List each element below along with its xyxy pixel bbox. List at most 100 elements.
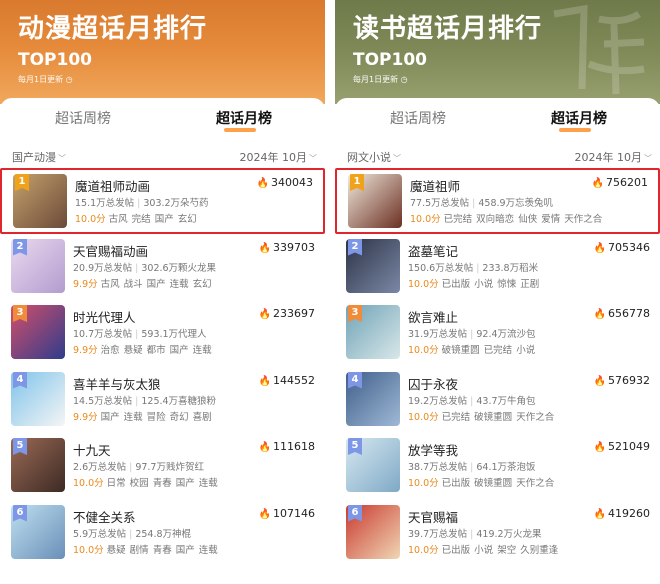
tag: 玄幻 <box>192 278 212 290</box>
tab-weekly[interactable]: 超话周榜 <box>55 108 111 128</box>
rank-badge: 1 <box>15 174 29 191</box>
score: 9.9分 <box>73 411 98 423</box>
topic-name[interactable]: 十九天 <box>73 440 111 459</box>
score: 10.0分 <box>408 544 439 556</box>
date-label: 2024年 10月 <box>574 151 643 164</box>
tag: 古风 <box>108 214 128 225</box>
book-header-banner: 读书超话月排行 TOP100 每月1日更新 ◷ <box>335 0 660 104</box>
topic-name[interactable]: 喜羊羊与灰太狼 <box>73 374 161 393</box>
ranking-row[interactable]: 6 天官赐福 🔥 419260 39.7万总发帖 | 419.2万火龙果 10.0分 已出版 小说… <box>335 501 660 567</box>
cover-thumbnail[interactable]: 4 <box>11 371 65 426</box>
fan-count: 92.4万流沙包 <box>476 329 536 340</box>
fan-count: 43.7万牛角包 <box>476 395 536 407</box>
chevron-down-icon: ﹀ <box>393 154 401 163</box>
topic-name[interactable]: 囚于永夜 <box>408 374 458 393</box>
tab-monthly[interactable]: 超话月榜 <box>216 108 272 128</box>
ranking-row[interactable]: 1 魔道祖师动画 🔥 340043 15.1万总发帖 | 303.2万朵芍药 10.0分 古风完… <box>0 168 325 234</box>
date-select[interactable]: 2024年 10月 ﹀ <box>575 149 653 165</box>
ranking-row[interactable]: 3 欲言难止 🔥 656778 31.9万总发帖 | 92.4万流沙包 10.0分 破镜重圆 已完… <box>335 301 660 367</box>
divider: | <box>135 329 139 340</box>
ranking-row[interactable]: 4 喜羊羊与灰太狼 🔥 144552 14.5万总发帖 | 125.4万喜糖狼粉 9.9分 国产… <box>0 368 325 434</box>
ranking-row[interactable]: 5 十九天 🔥 111618 2.6万总发帖 | 97.7万贱炸贺红 10.0分 日常 校园 青春国… <box>0 434 325 500</box>
cover-thumbnail[interactable]: 2 <box>11 238 65 293</box>
post-count: 19.2万总发帖 <box>408 395 468 407</box>
tab-underline <box>224 128 256 132</box>
ranking-row[interactable]: 4 囚于永夜 🔥 576932 19.2万总发帖 | 43.7万牛角包 10.0分 已完结 破镜重… <box>335 368 660 434</box>
ranking-row[interactable]: 3 时光代理人 🔥 233697 10.7万总发帖 | 593.1万代理人 9.9分 治愈 悬疑都… <box>0 301 325 367</box>
ranking-row[interactable]: 2 盗墓笔记 🔥 705346 150.6万总发帖 | 233.8万稻米 10.0分 已出版 小说… <box>335 235 660 301</box>
fan-count: 97.7万贱炸贺红 <box>135 462 204 473</box>
topic-name[interactable]: 欲言难止 <box>408 307 458 326</box>
score: 10.0分 <box>408 411 439 423</box>
topic-name[interactable]: 魔道祖师动画 <box>75 176 150 195</box>
fan-count: 419.2万火龙果 <box>476 528 542 540</box>
tag: 破镜重圆 <box>474 411 513 423</box>
ranking-row[interactable]: 2 天官赐福动画 🔥 339703 20.9万总发帖 | 302.6万颗火龙果 9.9分 古风战… <box>0 235 325 301</box>
tag: 国产 <box>169 345 189 356</box>
heat-value: 🔥 656778 <box>594 307 650 320</box>
book-ranking-panel: 读书超话月排行 TOP100 每月1日更新 ◷ 超话周榜 超话月榜 网文小说 ﹀ … <box>335 0 660 584</box>
category-select[interactable]: 国产动漫 ﹀ <box>12 149 66 165</box>
flame-icon: 🔥 <box>593 442 606 453</box>
topic-tags: 10.0分 已完结 双向暗恋 仙侠 爱情 天作之合 <box>410 211 606 225</box>
date-select[interactable]: 2024年 10月 ﹀ <box>240 149 318 165</box>
tag: 国产 <box>146 278 166 290</box>
topic-name[interactable]: 魔道祖师 <box>410 176 460 195</box>
score: 10.0分 <box>75 214 106 225</box>
ranking-row[interactable]: 1 魔道祖师 🔥 756201 77.5万总发帖 | 458.9万忘羡兔叽 10.0分 已完结双… <box>335 168 660 234</box>
cover-thumbnail[interactable]: 4 <box>346 371 400 426</box>
category-select[interactable]: 网文小说 ﹀ <box>347 149 401 165</box>
topic-tags: 9.9分 国产 连载 冒险 奇幻 喜剧 <box>73 409 216 423</box>
divider: | <box>137 198 141 209</box>
cover-thumbnail[interactable]: 2 <box>346 238 400 293</box>
calligraphy-decoration <box>553 4 645 95</box>
heat-number: 111618 <box>273 440 315 453</box>
cover-thumbnail[interactable]: 3 <box>346 305 400 359</box>
ranking-card: 超话周榜 超话月榜 网文小说 ﹀ 2024年 10月 ﹀ 1 魔道祖师 🔥 756201 7… <box>335 98 660 584</box>
topic-name[interactable]: 天官赐福 <box>408 507 458 526</box>
heat-number: 107146 <box>273 506 315 520</box>
tab-weekly[interactable]: 超话周榜 <box>390 108 446 128</box>
cover-thumbnail[interactable]: 3 <box>11 305 65 359</box>
tab-monthly[interactable]: 超话月榜 <box>551 108 607 128</box>
divider: | <box>470 462 474 473</box>
heat-value: 🔥 419260 <box>594 507 650 520</box>
divider: | <box>470 528 474 540</box>
rank-badge: 1 <box>350 174 364 191</box>
cover-thumbnail[interactable]: 6 <box>11 504 65 559</box>
anime-ranking-panel: 动漫超话月排行 TOP100 每月1日更新 ◷ 超话周榜 超话月榜 国产动漫 ﹀ … <box>0 0 325 584</box>
topic-name[interactable]: 天官赐福动画 <box>73 241 148 260</box>
rank-badge: 4 <box>348 371 362 389</box>
fan-count: 125.4万喜糖狼粉 <box>141 395 217 407</box>
cover-thumbnail[interactable]: 5 <box>11 438 65 492</box>
flame-icon: 🔥 <box>591 178 604 189</box>
topic-stats: 39.7万总发帖 | 419.2万火龙果 <box>408 526 542 540</box>
ranking-row[interactable]: 5 放学等我 🔥 521049 38.7万总发帖 | 64.1万茶泡饭 10.0分 已出版 破镜重… <box>335 434 660 500</box>
topic-stats: 31.9万总发帖 | 92.4万流沙包 <box>408 326 536 340</box>
ranking-row[interactable]: 6 不健全关系 🔥 107146 5.9万总发帖 | 254.8万神棍 10.0分 悬疑 剧情 青春… <box>0 501 325 567</box>
divider: | <box>135 395 139 407</box>
topic-name[interactable]: 放学等我 <box>408 440 458 459</box>
topic-name[interactable]: 不健全关系 <box>73 507 136 526</box>
cover-thumbnail[interactable]: 6 <box>346 504 400 559</box>
page-title: 动漫超话月排行 <box>18 14 208 44</box>
rank-badge: 5 <box>13 438 27 455</box>
topic-stats: 150.6万总发帖 | 233.8万稻米 <box>408 260 538 274</box>
flame-icon: 🔥 <box>258 442 271 453</box>
cover-thumbnail[interactable]: 1 <box>348 174 402 228</box>
tag: 都市 <box>146 345 166 356</box>
post-count: 15.1万总发帖 <box>75 198 135 209</box>
heat-value: 🔥 705346 <box>594 241 650 254</box>
anime-header-banner: 动漫超话月排行 TOP100 每月1日更新 ◷ <box>0 0 325 104</box>
topic-name[interactable]: 盗墓笔记 <box>408 241 458 260</box>
cover-thumbnail[interactable]: 5 <box>346 438 400 492</box>
topic-stats: 19.2万总发帖 | 43.7万牛角包 <box>408 393 536 407</box>
topic-name[interactable]: 时光代理人 <box>73 307 136 326</box>
update-note: 每月1日更新 ◷ <box>353 74 408 85</box>
topic-tags: 10.0分 已出版 小说 惊悚 正剧 <box>408 276 543 290</box>
topic-stats: 15.1万总发帖 | 303.2万朵芍药 <box>75 195 209 209</box>
tag: 天作之合 <box>564 214 603 225</box>
fan-count: 593.1万代理人 <box>141 329 207 340</box>
tag: 已出版 <box>441 478 471 489</box>
cover-thumbnail[interactable]: 1 <box>13 174 67 228</box>
